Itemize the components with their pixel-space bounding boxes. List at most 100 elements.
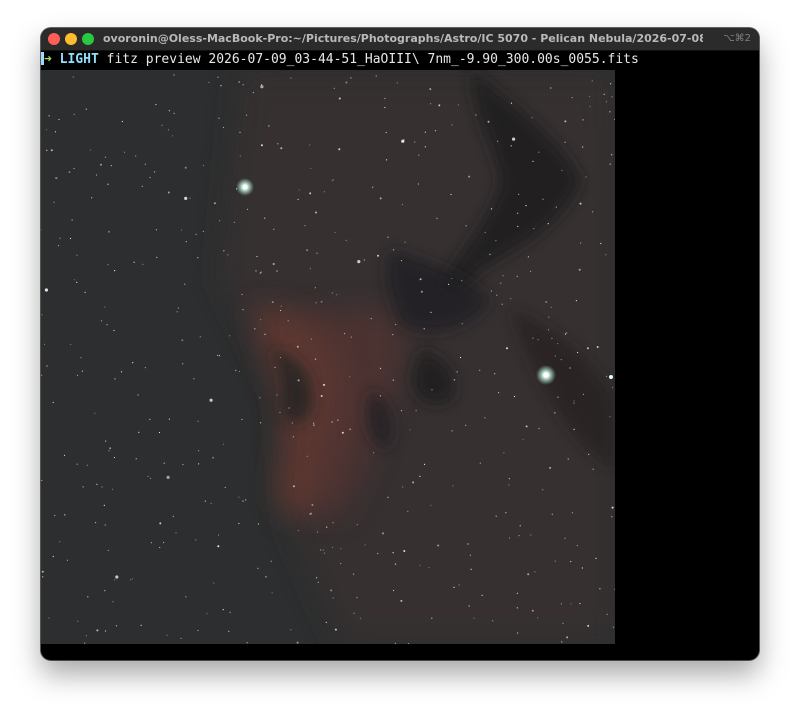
star xyxy=(309,513,311,515)
star xyxy=(315,302,317,304)
astro-photo xyxy=(41,70,615,644)
star xyxy=(430,103,432,105)
star xyxy=(334,628,337,631)
prompt-arrow-icon: ➜ xyxy=(44,52,52,67)
star xyxy=(218,355,221,357)
star xyxy=(238,81,240,83)
star xyxy=(402,486,404,488)
star xyxy=(271,301,274,304)
star xyxy=(554,412,556,414)
star xyxy=(85,635,87,637)
star xyxy=(137,394,139,396)
star xyxy=(63,454,66,456)
star xyxy=(180,637,182,640)
star xyxy=(332,597,334,599)
minimize-window-button[interactable] xyxy=(65,33,77,45)
star xyxy=(316,252,318,254)
zoom-window-button[interactable] xyxy=(82,33,94,45)
star xyxy=(239,131,241,133)
star xyxy=(571,97,573,99)
star xyxy=(76,374,79,376)
star xyxy=(509,537,511,539)
terminal-prompt-line[interactable]: ➜ LIGHT fitz preview 2026-07-09_03-44-51… xyxy=(41,51,639,69)
star xyxy=(549,466,552,469)
star xyxy=(223,250,225,252)
star xyxy=(599,588,601,590)
star xyxy=(325,621,327,624)
close-window-button[interactable] xyxy=(48,33,60,45)
star xyxy=(576,544,578,547)
star xyxy=(349,376,351,378)
star xyxy=(560,603,563,605)
star xyxy=(554,560,556,562)
star xyxy=(109,447,112,450)
star xyxy=(41,479,43,482)
star xyxy=(84,642,86,644)
star xyxy=(260,271,262,273)
star xyxy=(564,537,566,539)
star xyxy=(510,298,512,300)
star xyxy=(103,504,105,506)
star xyxy=(310,167,312,169)
star xyxy=(392,379,394,381)
star xyxy=(468,175,471,178)
star xyxy=(130,579,132,581)
star xyxy=(533,228,535,230)
terminal-window: ovoronin@Oless-MacBook-Pro:~/Pictures/Ph… xyxy=(41,28,759,660)
star xyxy=(52,401,54,404)
star xyxy=(570,560,572,563)
star xyxy=(64,514,66,516)
star xyxy=(261,84,263,86)
star xyxy=(384,97,386,100)
star xyxy=(297,530,299,532)
star xyxy=(141,185,143,187)
star xyxy=(177,307,179,309)
star xyxy=(412,481,415,484)
star xyxy=(323,191,325,193)
star xyxy=(453,586,455,589)
star xyxy=(135,458,137,460)
star xyxy=(217,76,219,78)
star xyxy=(373,452,375,454)
star xyxy=(490,290,492,292)
star xyxy=(489,253,491,255)
star xyxy=(513,395,516,398)
star xyxy=(239,155,241,157)
star xyxy=(290,629,292,631)
title-bar[interactable]: ovoronin@Oless-MacBook-Pro:~/Pictures/Ph… xyxy=(41,28,759,51)
star xyxy=(606,613,608,616)
star xyxy=(469,554,471,556)
star xyxy=(82,486,84,488)
star xyxy=(166,475,170,479)
star xyxy=(431,617,433,619)
star xyxy=(420,290,423,293)
star xyxy=(332,522,334,524)
star xyxy=(518,535,520,537)
star xyxy=(279,411,281,413)
star xyxy=(264,217,266,219)
star xyxy=(403,550,406,552)
star xyxy=(331,180,333,182)
star xyxy=(218,117,220,119)
star xyxy=(255,270,257,272)
star xyxy=(419,564,421,566)
current-directory: LIGHT xyxy=(59,52,99,67)
star xyxy=(76,254,78,256)
star xyxy=(585,176,587,178)
star xyxy=(155,103,157,106)
star xyxy=(260,422,262,424)
star xyxy=(573,428,575,430)
star xyxy=(306,249,309,252)
star xyxy=(550,306,552,308)
star xyxy=(288,407,290,409)
star xyxy=(610,83,612,85)
star xyxy=(233,221,235,223)
star xyxy=(172,515,174,517)
star xyxy=(508,484,510,486)
star xyxy=(518,193,520,195)
star xyxy=(338,97,341,100)
star xyxy=(537,617,539,619)
star xyxy=(393,589,395,592)
star xyxy=(579,602,581,605)
star xyxy=(603,93,605,95)
